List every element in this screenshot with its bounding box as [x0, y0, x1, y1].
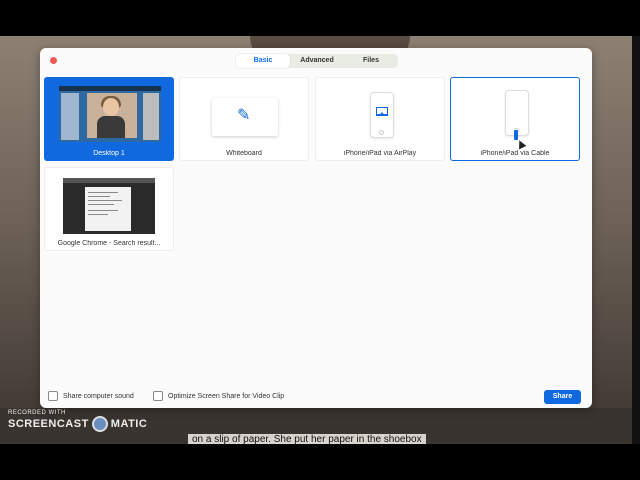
tile-label: Whiteboard	[226, 150, 262, 157]
tile-cable[interactable]: iPhone/iPad via Cable	[450, 77, 580, 161]
tile-desktop-1[interactable]: Desktop 1	[44, 77, 174, 161]
tile-label: iPhone/iPad via AirPlay	[343, 150, 417, 157]
checkbox-icon[interactable]	[153, 391, 163, 401]
desktop-thumbnail	[59, 86, 161, 142]
share-sound-option[interactable]: Share computer sound	[48, 391, 134, 401]
optimize-label: Optimize Screen Share for Video Clip	[168, 392, 285, 400]
checkbox-icon[interactable]	[48, 391, 58, 401]
share-button[interactable]: Share	[544, 390, 581, 404]
tab-bar: Basic Advanced Files	[236, 54, 398, 68]
watermark-brand-left: SCREENCAST	[8, 418, 89, 430]
cable-icon	[514, 130, 518, 140]
chrome-thumbnail	[63, 178, 155, 234]
background-edge	[632, 36, 640, 444]
tile-whiteboard[interactable]: ✎ Whiteboard	[179, 77, 309, 161]
tile-label: Google Chrome - Search result...	[57, 240, 161, 247]
share-sound-label: Share computer sound	[63, 392, 134, 400]
whiteboard-thumbnail: ✎	[212, 98, 278, 136]
share-screen-dialog: Basic Advanced Files Desktop 1 ✎ Whitebo…	[40, 48, 592, 408]
watermark-brand-right: MATIC	[110, 418, 148, 430]
tile-airplay[interactable]: iPhone/iPad via AirPlay	[315, 77, 445, 161]
tab-basic[interactable]: Basic	[236, 54, 290, 68]
tab-files[interactable]: Files	[344, 54, 398, 68]
screencast-watermark: RECORDED WITH SCREENCAST MATIC	[8, 410, 147, 432]
tab-advanced[interactable]: Advanced	[290, 54, 344, 68]
optimize-option[interactable]: Optimize Screen Share for Video Clip	[153, 391, 284, 401]
tile-label: Desktop 1	[93, 150, 125, 157]
tile-chrome[interactable]: Google Chrome - Search result...	[44, 167, 174, 251]
watermark-logo-icon	[91, 416, 108, 432]
close-icon[interactable]	[50, 57, 57, 64]
phone-icon	[370, 92, 394, 138]
letterbox-bar	[0, 444, 640, 480]
pen-icon: ✎	[237, 107, 251, 124]
tile-label: iPhone/iPad via Cable	[480, 150, 550, 157]
airplay-icon	[376, 107, 388, 116]
cursor-icon	[515, 138, 527, 150]
